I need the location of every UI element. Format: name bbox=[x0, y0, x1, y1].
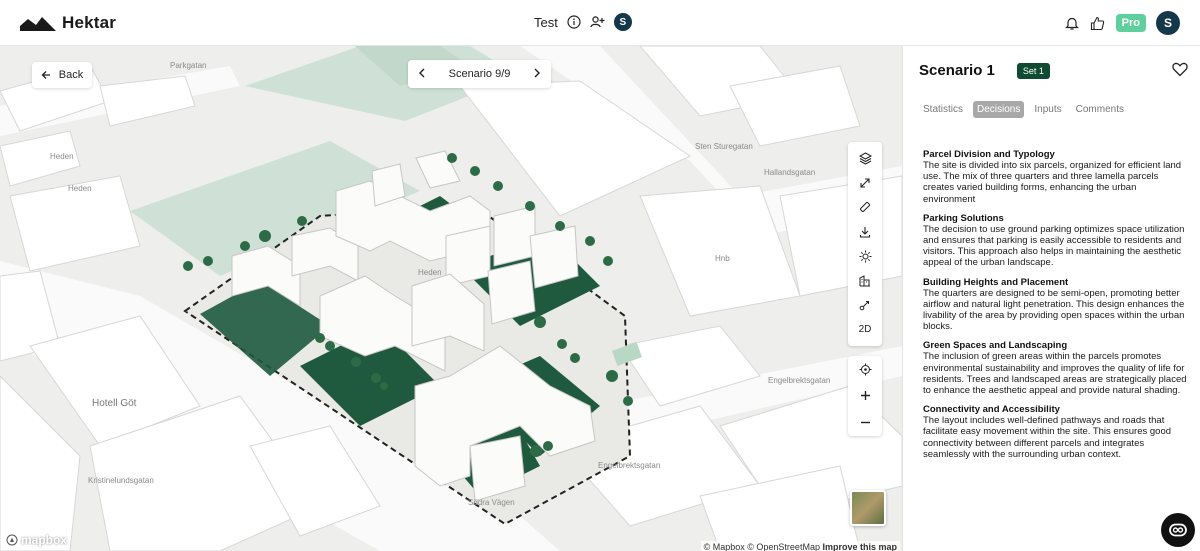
project-title[interactable]: Test bbox=[534, 15, 558, 30]
route-icon[interactable] bbox=[848, 293, 882, 318]
mapbox-logo[interactable]: mapbox bbox=[6, 533, 67, 547]
decision-heading: Green Spaces and Landscaping bbox=[923, 340, 1068, 352]
street-label: Engelbrektsgatan bbox=[598, 461, 661, 470]
street-label: Heden bbox=[418, 268, 442, 277]
collaborator-avatar[interactable]: S bbox=[613, 13, 632, 31]
hektar-logo[interactable]: Hektar bbox=[20, 13, 116, 33]
back-button[interactable]: Back bbox=[32, 62, 92, 88]
zoom-in-button[interactable] bbox=[848, 384, 882, 408]
add-user-icon[interactable] bbox=[590, 14, 606, 30]
decision-body: The site is divided into six parcels, or… bbox=[923, 160, 1182, 205]
decision-heading: Connectivity and Accessibility bbox=[923, 404, 1060, 416]
chat-button[interactable] bbox=[1161, 513, 1195, 547]
street-label: Södra Vägen bbox=[468, 498, 515, 507]
decision-item: Connectivity and Accessibility The layou… bbox=[923, 404, 1187, 460]
buildings-icon[interactable] bbox=[848, 269, 882, 294]
chat-icon bbox=[1169, 523, 1187, 537]
top-right-actions: Pro S bbox=[1064, 11, 1180, 35]
arrow-left-icon bbox=[41, 71, 50, 79]
street-label: Hotell Göt bbox=[92, 398, 137, 409]
download-icon[interactable] bbox=[848, 220, 882, 245]
street-label: Engelbrektsgatan bbox=[768, 376, 831, 385]
map-view[interactable]: Parkgatan Heden Heden Sten Sturegatan En… bbox=[0, 46, 902, 551]
locate-icon[interactable] bbox=[848, 357, 882, 381]
mapbox-attribution-link[interactable]: © Mapbox bbox=[704, 542, 745, 551]
street-label: Kristinelundsgatan bbox=[88, 476, 154, 485]
decision-body: The inclusion of green areas within the … bbox=[923, 351, 1187, 397]
tab-comments[interactable]: Comments bbox=[1072, 101, 1128, 118]
panel-header: Scenario 1 Set 1 bbox=[919, 62, 1050, 79]
street-label: Heden bbox=[50, 152, 74, 161]
map-toolbar: 2D bbox=[848, 142, 882, 346]
app-name: Hektar bbox=[62, 13, 117, 32]
osm-attribution-link[interactable]: © OpenStreetMap bbox=[747, 542, 820, 551]
decision-body: The quarters are designed to be semi-ope… bbox=[923, 287, 1185, 333]
decision-item: Parcel Division and Typology The site is… bbox=[923, 149, 1187, 205]
decisions-list: Parcel Division and Typology The site is… bbox=[923, 149, 1187, 468]
tab-inputs[interactable]: Inputs bbox=[1030, 101, 1065, 118]
hektar-logo-icon bbox=[20, 17, 56, 31]
scenario-panel: Scenario 1 Set 1 Statistics Decisions In… bbox=[902, 46, 1200, 551]
street-label: Hallandsgatan bbox=[764, 168, 816, 177]
improve-map-link[interactable]: Improve this map bbox=[822, 542, 897, 551]
ruler-icon[interactable] bbox=[848, 195, 882, 220]
heart-icon[interactable] bbox=[1172, 62, 1188, 82]
panel-tabs: Statistics Decisions Inputs Comments bbox=[919, 101, 1128, 118]
expand-icon[interactable] bbox=[848, 171, 882, 196]
mapbox-logo-icon bbox=[6, 534, 18, 546]
pro-badge[interactable]: Pro bbox=[1115, 14, 1146, 32]
bell-icon[interactable] bbox=[1064, 15, 1080, 31]
view-mode-toggle[interactable]: 2D bbox=[848, 318, 882, 343]
decision-item: Parking Solutions The decision to use gr… bbox=[923, 213, 1187, 269]
layers-icon[interactable] bbox=[848, 146, 882, 171]
decision-heading: Parcel Division and Typology bbox=[923, 149, 1055, 160]
tab-statistics[interactable]: Statistics bbox=[919, 101, 967, 118]
decision-item: Green Spaces and Landscaping The inclusi… bbox=[923, 340, 1187, 396]
chevron-left-icon[interactable] bbox=[418, 68, 426, 81]
satellite-toggle[interactable] bbox=[850, 490, 886, 526]
zoom-controls bbox=[848, 356, 882, 436]
set-badge[interactable]: Set 1 bbox=[1016, 62, 1050, 79]
street-label: Heden bbox=[68, 184, 92, 193]
street-label: Sten Sturegatan bbox=[695, 142, 753, 151]
map-attribution: © Mapbox © OpenStreetMap Improve this ma… bbox=[700, 541, 900, 551]
decision-heading: Parking Solutions bbox=[923, 212, 1004, 224]
account-avatar[interactable]: S bbox=[1156, 11, 1180, 35]
thumbs-up-icon[interactable] bbox=[1090, 15, 1106, 31]
chevron-right-icon[interactable] bbox=[533, 68, 541, 81]
scenario-title: Scenario 1 bbox=[919, 62, 995, 79]
top-bar: Hektar Test S Pro S bbox=[0, 0, 1200, 46]
back-label: Back bbox=[58, 69, 84, 81]
decision-item: Building Heights and Placement The quart… bbox=[923, 277, 1187, 333]
decision-body: The layout includes well-defined pathway… bbox=[923, 415, 1172, 460]
info-icon[interactable] bbox=[566, 14, 582, 30]
sun-icon[interactable] bbox=[848, 244, 882, 269]
decision-body: The decision to use ground parking optim… bbox=[923, 223, 1185, 269]
street-label: Parkgatan bbox=[170, 61, 207, 70]
mapbox-logo-text: mapbox bbox=[21, 533, 68, 547]
tab-decisions[interactable]: Decisions bbox=[973, 101, 1025, 118]
project-header: Test S bbox=[534, 13, 632, 31]
street-label: Hnb bbox=[715, 254, 730, 263]
scenario-counter: Scenario 9/9 bbox=[448, 68, 511, 80]
zoom-out-button[interactable] bbox=[848, 411, 882, 435]
decision-heading: Building Heights and Placement bbox=[923, 276, 1069, 288]
scenario-navigator: Scenario 9/9 bbox=[408, 60, 551, 88]
